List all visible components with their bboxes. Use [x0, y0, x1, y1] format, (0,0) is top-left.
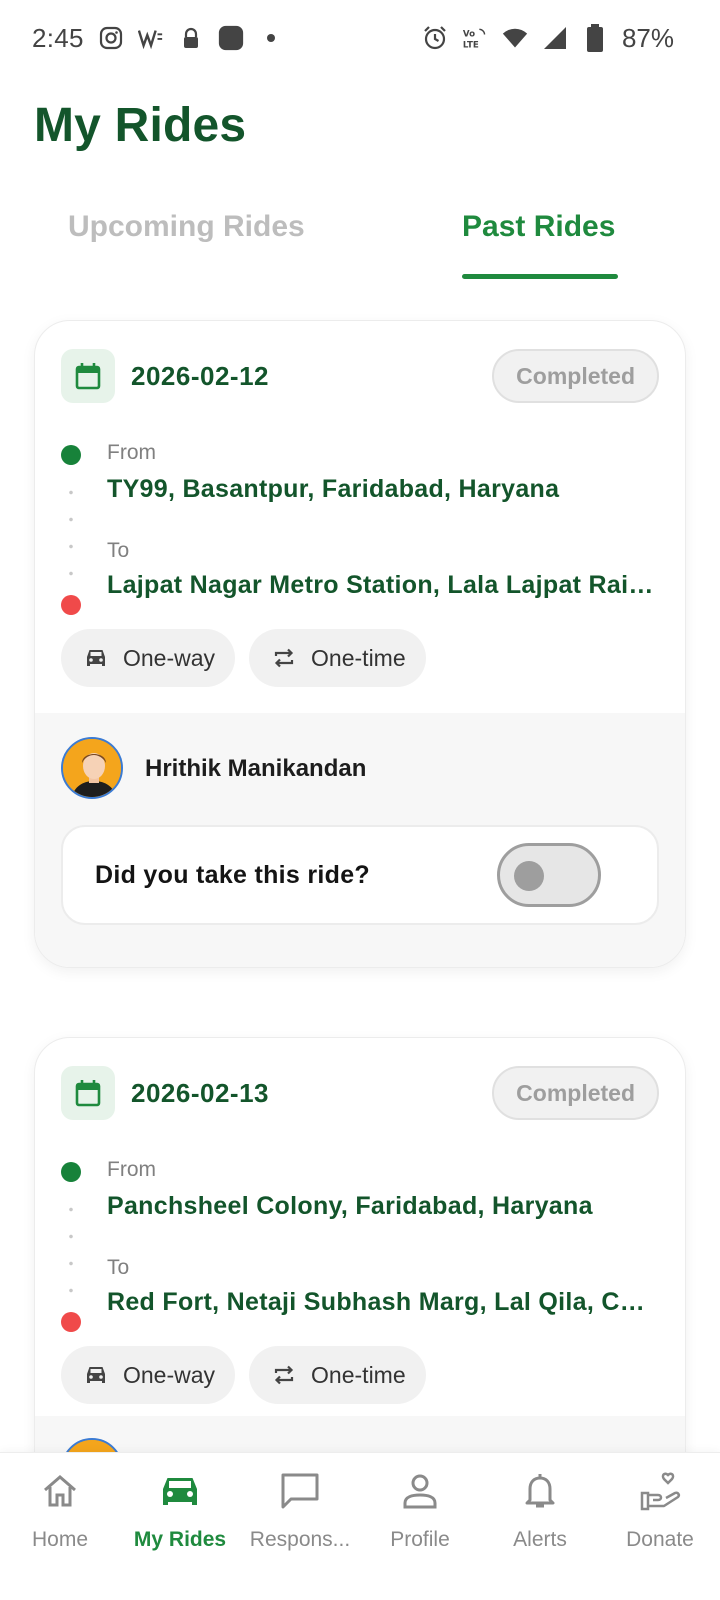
ride-tags: One-way One-time	[61, 1346, 426, 1406]
route-dotted-line	[69, 479, 73, 589]
signal-icon	[542, 25, 568, 51]
page-title: My Rides	[34, 99, 247, 152]
frequency-label: One-time	[311, 1361, 406, 1388]
alarm-icon	[422, 25, 448, 51]
volte-icon: Vo LTE	[462, 25, 488, 51]
chat-icon	[278, 1469, 322, 1513]
to-label: To	[107, 539, 130, 562]
frequency-chip[interactable]: One-time	[249, 629, 426, 687]
frequency-label: One-time	[311, 644, 406, 671]
nav-item-profile[interactable]: Profile	[360, 1453, 480, 1600]
from-location: Panchsheel Colony, Faridabad, Haryana	[107, 1192, 593, 1220]
nav-item-home[interactable]: Home	[0, 1453, 120, 1600]
ride-date: 2026-02-13	[131, 1078, 269, 1108]
driver-section: Hrithik Manikandan Did you take this rid…	[35, 713, 685, 967]
nav-item-my-rides[interactable]: My Rides	[120, 1453, 240, 1600]
route-section: From TY99, Basantpur, Faridabad, Haryana…	[61, 441, 659, 631]
person-icon	[398, 1469, 442, 1513]
nav-label: Alerts	[513, 1528, 567, 1551]
route-section: From Panchsheel Colony, Faridabad, Harya…	[61, 1158, 659, 1348]
status-bar: 2:45 Vo LTE 87%	[0, 0, 720, 76]
wifi-icon	[502, 25, 528, 51]
repeat-icon	[271, 645, 297, 671]
toggle-knob	[514, 861, 544, 891]
status-time: 2:45	[32, 22, 84, 53]
route-dotted-line	[69, 1196, 73, 1306]
nav-label: Respons...	[249, 1528, 351, 1551]
destination-dot-icon	[61, 1312, 81, 1332]
active-tab-indicator	[462, 274, 618, 279]
ride-confirmation: Did you take this ride?	[61, 825, 659, 925]
car-icon	[83, 1362, 109, 1388]
tab-past-rides[interactable]: Past Rides	[462, 210, 615, 244]
svg-text:LTE: LTE	[463, 41, 479, 51]
nav-label: My Rides	[133, 1528, 227, 1551]
from-location: TY99, Basantpur, Faridabad, Haryana	[107, 475, 560, 503]
status-badge: Completed	[492, 1066, 659, 1120]
svg-text:Vo: Vo	[463, 29, 475, 39]
lock-icon	[178, 25, 204, 51]
ride-taken-toggle[interactable]	[497, 843, 601, 907]
avatar[interactable]	[61, 737, 123, 799]
car-icon	[83, 645, 109, 671]
confirmation-question: Did you take this ride?	[95, 861, 371, 889]
ride-tabs: Upcoming Rides Past Rides	[0, 200, 720, 282]
repeat-icon	[271, 1362, 297, 1388]
nav-item-donate[interactable]: Donate	[600, 1453, 720, 1600]
battery-percent: 87%	[621, 22, 674, 53]
app-square-icon	[218, 25, 244, 51]
ride-tags: One-way One-time	[61, 629, 426, 689]
origin-dot-icon	[61, 445, 81, 465]
nav-label: Home	[31, 1528, 89, 1551]
destination-dot-icon	[61, 595, 81, 615]
nav-label: Profile	[390, 1528, 450, 1551]
to-location: Red Fort, Netaji Subhash Marg, Lal Qila,…	[107, 1288, 659, 1316]
donate-icon	[638, 1469, 682, 1513]
nav-item-alerts[interactable]: Alerts	[480, 1453, 600, 1600]
trip-type-chip[interactable]: One-way	[61, 1346, 236, 1404]
bottom-nav: Home My Rides Respons... Profile Alerts …	[0, 1452, 720, 1600]
w-app-icon	[137, 25, 164, 51]
ride-card-header: 2026-02-12 Completed	[61, 349, 659, 403]
notification-dot-icon	[258, 25, 284, 51]
calendar-icon	[61, 349, 115, 403]
trip-type-label: One-way	[123, 1361, 216, 1388]
frequency-chip[interactable]: One-time	[249, 1346, 426, 1404]
trip-type-label: One-way	[123, 644, 216, 671]
driver-name: Hrithik Manikandan	[145, 755, 367, 782]
calendar-icon	[61, 1066, 115, 1120]
trip-type-chip[interactable]: One-way	[61, 629, 236, 687]
from-label: From	[107, 441, 156, 464]
car-icon	[158, 1469, 202, 1513]
ride-card-header: 2026-02-13 Completed	[61, 1066, 659, 1120]
from-label: From	[107, 1158, 156, 1181]
bell-icon	[518, 1469, 562, 1513]
nav-item-responses[interactable]: Respons...	[240, 1453, 360, 1600]
tab-upcoming-rides[interactable]: Upcoming Rides	[68, 210, 305, 244]
instagram-icon	[98, 25, 124, 51]
ride-date: 2026-02-12	[131, 361, 269, 391]
ride-card[interactable]: 2026-02-12 Completed From TY99, Basantpu…	[34, 320, 686, 968]
nav-label: Donate	[626, 1528, 694, 1551]
battery-icon	[582, 24, 608, 52]
origin-dot-icon	[61, 1162, 81, 1182]
to-location: Lajpat Nagar Metro Station, Lala Lajpat …	[107, 571, 659, 599]
home-icon	[38, 1469, 82, 1513]
to-label: To	[107, 1256, 130, 1279]
status-badge: Completed	[492, 349, 659, 403]
